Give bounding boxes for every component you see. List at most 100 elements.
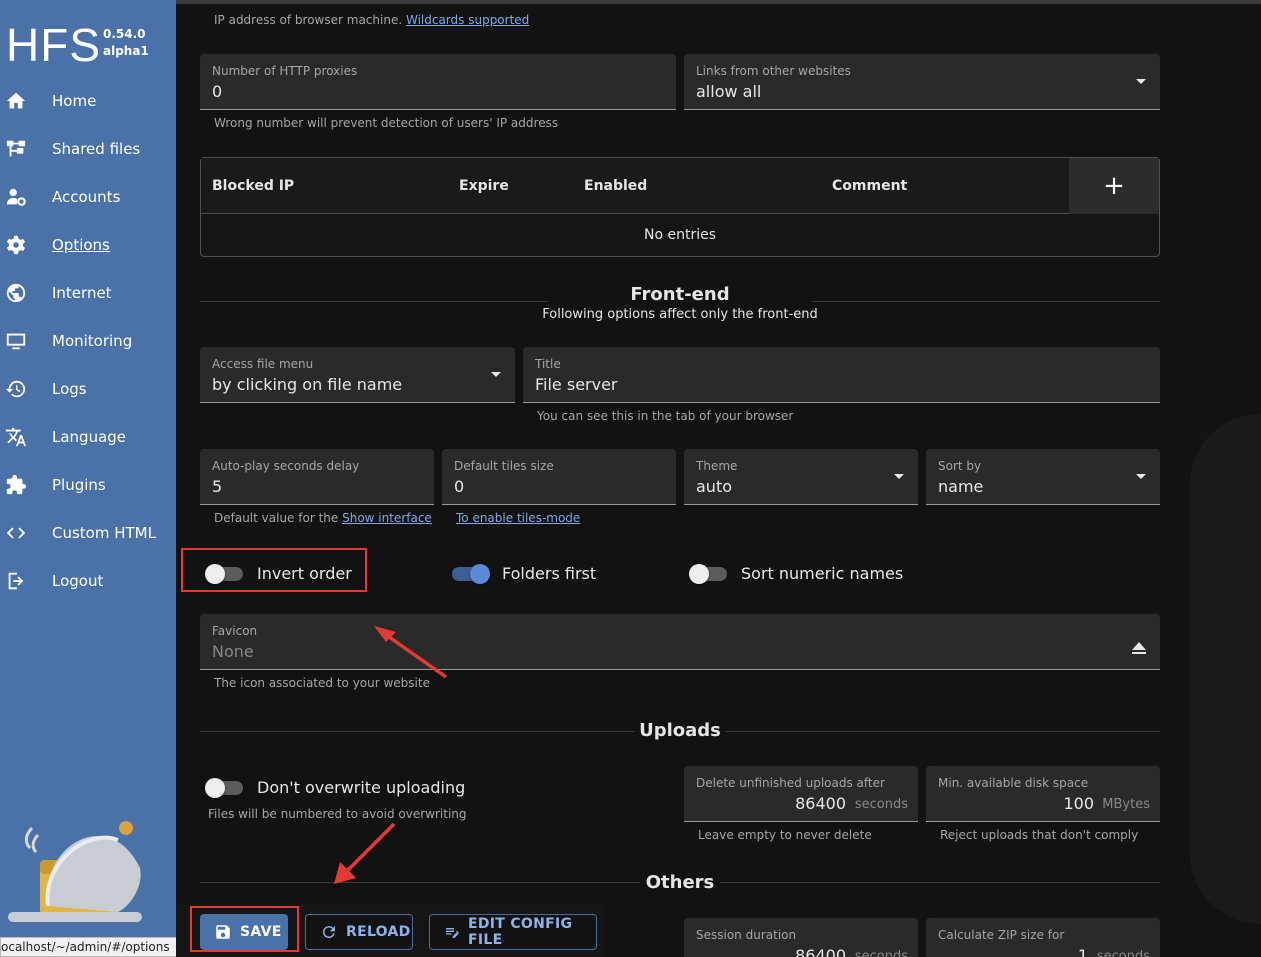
options-main: IP address of browser machine. Wildcards… [176, 0, 1261, 957]
autoplay-helper-text: Default value for the [214, 511, 339, 525]
users-cog-icon [0, 186, 52, 208]
reload-button[interactable]: RELOAD [305, 914, 413, 950]
title-value[interactable]: File server [535, 375, 618, 394]
wildcards-link[interactable]: Wildcards supported [406, 13, 529, 27]
access-menu-value: by clicking on file name [212, 375, 403, 394]
nav-logs-label: Logs [52, 380, 87, 398]
toggle-thumb [205, 777, 225, 798]
translate-icon [0, 426, 52, 448]
favicon-value: None [212, 642, 254, 661]
delete-unfinished-label: Delete unfinished uploads after [696, 776, 885, 790]
reload-label: RELOAD [346, 924, 411, 940]
chevron-down-icon [491, 372, 501, 377]
nav-shared-files[interactable]: Shared files [0, 129, 176, 169]
links-select[interactable]: Links from other websites allow all [684, 54, 1160, 110]
nav-plugins-label: Plugins [52, 476, 106, 494]
min-disk-field[interactable]: Min. available disk space 100 MBytes [926, 766, 1160, 822]
tiles-value[interactable]: 0 [454, 477, 464, 496]
nav-monitoring[interactable]: Monitoring [0, 321, 176, 361]
min-disk-value[interactable]: 100 [1063, 794, 1094, 813]
table-header: Blocked IP Expire Enabled Comment + [201, 158, 1159, 214]
sort-numeric-toggle[interactable]: Sort numeric names [689, 563, 903, 584]
proxies-field[interactable]: Number of HTTP proxies 0 [200, 54, 676, 110]
nav-logs[interactable]: Logs [0, 369, 176, 409]
nav-custom-html[interactable]: Custom HTML [0, 513, 176, 553]
toggle-track [452, 563, 490, 584]
show-interface-link[interactable]: Show interface [342, 511, 432, 525]
nav-logout[interactable]: Logout [0, 561, 176, 601]
nav-monitoring-label: Monitoring [52, 332, 133, 350]
logout-icon [0, 570, 52, 592]
links-label: Links from other websites [696, 64, 851, 78]
uploads-heading: Uploads [639, 720, 721, 741]
background-shape [1190, 414, 1261, 924]
divider-right [720, 882, 1160, 883]
nav-shared-files-label: Shared files [52, 140, 141, 158]
history-icon [0, 378, 52, 400]
col-blocked-ip[interactable]: Blocked IP [212, 178, 294, 194]
zip-size-value[interactable]: 1 [1078, 946, 1088, 957]
delete-unfinished-unit: seconds [854, 797, 908, 812]
tiles-field[interactable]: Default tiles size 0 [442, 449, 676, 505]
sort-by-select[interactable]: Sort by name [926, 449, 1160, 505]
theme-label: Theme [696, 459, 738, 473]
nav-plugins[interactable]: Plugins [0, 465, 176, 505]
access-menu-select[interactable]: Access file menu by clicking on file nam… [200, 347, 515, 403]
delete-unfinished-value[interactable]: 86400 [795, 794, 846, 813]
gear-icon [0, 234, 52, 256]
folders-first-label: Folders first [502, 564, 597, 583]
app-logo: HFS [6, 19, 101, 71]
session-duration-value[interactable]: 86400 [795, 946, 846, 957]
nav-logout-label: Logout [52, 572, 104, 590]
edit-config-button[interactable]: EDIT CONFIG FILE [429, 914, 597, 950]
nav-options[interactable]: Options [0, 225, 176, 265]
sort-by-label: Sort by [938, 459, 982, 473]
toggle-track [205, 777, 243, 798]
favicon-label: Favicon [212, 624, 258, 638]
eject-icon[interactable] [1132, 642, 1146, 656]
ip-helper-text: IP address of browser machine. [214, 13, 403, 27]
add-entry-button[interactable]: + [1069, 158, 1159, 214]
nav-internet[interactable]: Internet [0, 273, 176, 313]
col-enabled[interactable]: Enabled [584, 178, 647, 194]
annotation-highlight-box [181, 548, 367, 592]
autoplay-value[interactable]: 5 [212, 477, 222, 496]
session-duration-unit: seconds [854, 949, 908, 957]
links-value: allow all [696, 82, 762, 101]
title-field[interactable]: Title File server [523, 347, 1160, 403]
reload-icon [322, 926, 335, 939]
col-comment[interactable]: Comment [832, 178, 907, 194]
frontend-subtitle: Following options affect only the front-… [542, 307, 818, 322]
autoplay-field[interactable]: Auto-play seconds delay 5 [200, 449, 434, 505]
proxies-helper: Wrong number will prevent detection of u… [214, 116, 559, 130]
puzzle-icon [0, 474, 52, 496]
no-entries-text: No entries [643, 227, 717, 243]
nav-language-label: Language [52, 428, 127, 446]
nav-custom-html-label: Custom HTML [52, 524, 156, 542]
col-expire[interactable]: Expire [459, 178, 509, 194]
theme-value: auto [696, 477, 733, 496]
dont-overwrite-toggle[interactable]: Don't overwrite uploading [205, 777, 465, 798]
others-heading: Others [645, 872, 715, 893]
nav-accounts[interactable]: Accounts [0, 177, 176, 217]
chevron-down-icon [894, 474, 904, 479]
favicon-field[interactable]: Favicon None [200, 614, 1160, 670]
annotation-arrow-icon [374, 626, 448, 679]
toggle-thumb [689, 563, 709, 584]
proxies-value[interactable]: 0 [212, 82, 222, 101]
theme-select[interactable]: Theme auto [684, 449, 918, 505]
tiles-mode-link[interactable]: To enable tiles-mode [456, 511, 580, 525]
globe-icon [0, 282, 52, 304]
zip-size-field[interactable]: Calculate ZIP size for 1 seconds [926, 918, 1160, 957]
sitemap-icon [0, 138, 52, 160]
nav-home[interactable]: Home [0, 81, 176, 121]
nav-language[interactable]: Language [0, 417, 176, 457]
title-label: Title [535, 357, 561, 371]
folders-first-toggle[interactable]: Folders first [452, 563, 597, 584]
chevron-down-icon [1136, 474, 1146, 479]
delete-unfinished-field[interactable]: Delete unfinished uploads after 86400 se… [684, 766, 918, 822]
edit-list-icon [446, 927, 459, 939]
min-disk-helper: Reject uploads that don't comply [940, 828, 1139, 842]
min-disk-unit: MBytes [1102, 797, 1150, 812]
session-duration-field[interactable]: Session duration 86400 seconds [684, 918, 918, 957]
